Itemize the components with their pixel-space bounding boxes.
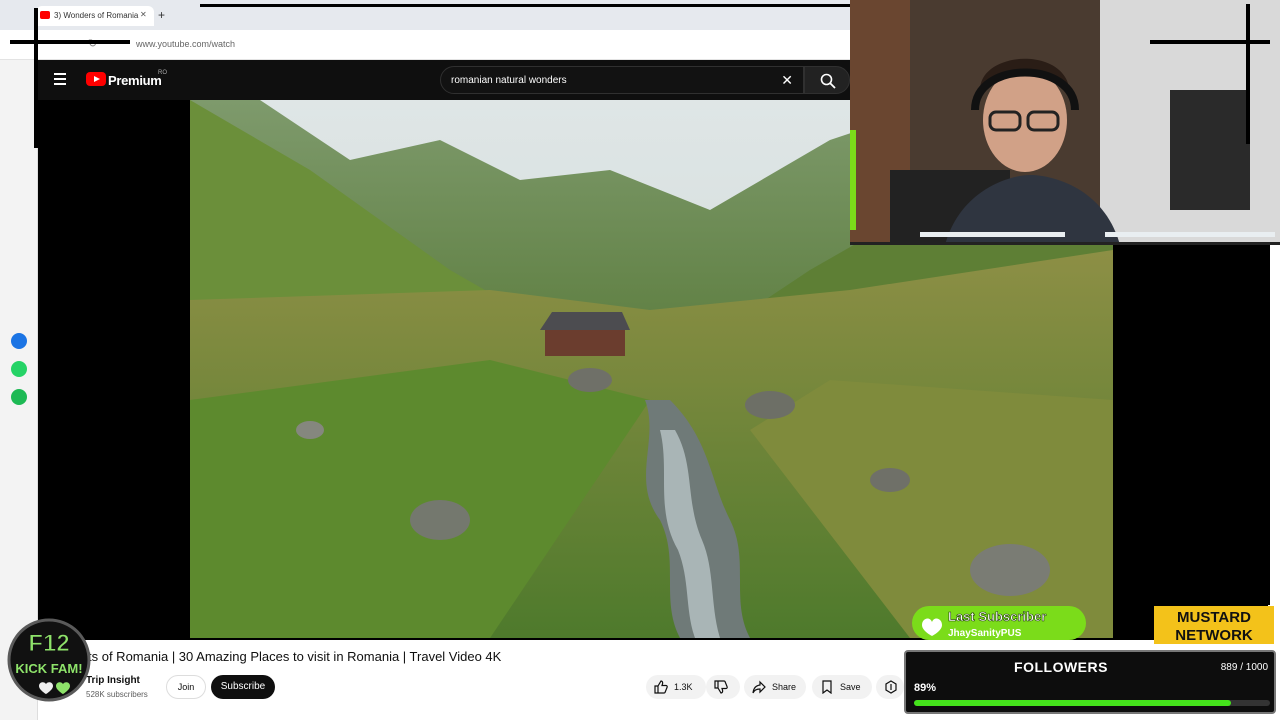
video-title[interactable]: ts of Romania | 30 Amazing Places to vis…	[88, 649, 501, 664]
new-tab-button[interactable]: +	[158, 8, 165, 22]
bookmark-icon	[822, 680, 832, 694]
youtube-favicon-icon	[40, 11, 50, 19]
frame-line	[200, 4, 850, 7]
youtube-premium-label[interactable]: Premium	[108, 73, 162, 88]
followers-percent: 89%	[914, 682, 937, 694]
subscriber-count: 528K subscribers	[86, 690, 148, 699]
streamer-camera-image	[850, 0, 1280, 242]
search-icon	[820, 73, 836, 89]
followers-count: 889 / 1000	[1220, 662, 1268, 673]
share-button[interactable]: Share	[744, 675, 806, 699]
youtube-header: Premium RO romanian natural wonders ✕	[38, 60, 850, 100]
followers-goal-widget: FOLLOWERS 889 / 1000 89%	[904, 650, 1276, 714]
followers-progress-track	[914, 700, 1270, 706]
frame-line	[1246, 4, 1250, 144]
frame-line	[34, 8, 38, 148]
webcam-overlay	[850, 0, 1280, 245]
f12-text: F12	[28, 630, 69, 657]
tab-title: 3) Wonders of Romania	[54, 11, 139, 20]
frame-line	[1266, 245, 1270, 605]
mustard-line2: NETWORK	[1175, 627, 1253, 644]
menu-icon[interactable]	[54, 73, 66, 85]
followers-progress-fill	[914, 700, 1231, 706]
thanks-icon	[885, 680, 897, 694]
thumbs-up-icon	[654, 680, 668, 694]
last-subscriber-label: Last Subscriber	[948, 609, 1046, 624]
frame-line	[1150, 40, 1270, 44]
followers-title: FOLLOWERS	[1014, 659, 1108, 675]
search-button[interactable]	[804, 66, 850, 94]
whatsapp-icon[interactable]	[11, 361, 27, 377]
like-count: 1.3K	[674, 682, 693, 692]
share-label: Share	[772, 682, 797, 692]
save-button[interactable]: Save	[812, 675, 872, 699]
search-input[interactable]: romanian natural wonders ✕	[440, 66, 804, 94]
save-label: Save	[840, 682, 861, 692]
spotify-icon[interactable]	[11, 389, 27, 405]
frame-line	[10, 40, 130, 44]
tab-close-icon[interactable]: ✕	[140, 10, 147, 19]
channel-name[interactable]: Trip Insight	[86, 675, 140, 686]
share-icon	[752, 680, 766, 694]
dislike-button[interactable]	[706, 675, 740, 699]
subscribe-button[interactable]: Subscribe	[211, 675, 275, 699]
browser-tab[interactable]: 3) Wonders of Romania	[36, 6, 154, 26]
join-button[interactable]: Join	[166, 675, 206, 699]
clear-search-icon[interactable]: ✕	[781, 72, 793, 89]
kick-fam-text: KICK FAM!	[15, 661, 82, 676]
last-subscriber-name: JhaySanityPUS	[948, 628, 1022, 639]
f12-kick-fam-badge: F12 KICK FAM!	[6, 608, 92, 718]
messenger-icon[interactable]	[11, 333, 27, 349]
last-subscriber-widget: Last Subscriber JhaySanityPUS	[910, 603, 1088, 643]
thanks-button[interactable]	[876, 675, 904, 699]
search-query[interactable]: romanian natural wonders	[451, 75, 567, 86]
mustard-network-logo: MUSTARD NETWORK	[1154, 606, 1274, 644]
address-bar[interactable]: ↻ www.youtube.com/watch	[0, 30, 850, 60]
mustard-line1: MUSTARD	[1177, 609, 1251, 626]
country-code: RO	[158, 70, 167, 76]
youtube-logo-icon[interactable]	[86, 72, 106, 86]
thumbs-down-icon	[714, 680, 728, 694]
stream-screen: 3) Wonders of Romania ✕ + ↻ www.youtube.…	[0, 0, 1280, 720]
url-text[interactable]: www.youtube.com/watch	[136, 39, 235, 49]
like-button[interactable]: 1.3K	[646, 675, 706, 699]
